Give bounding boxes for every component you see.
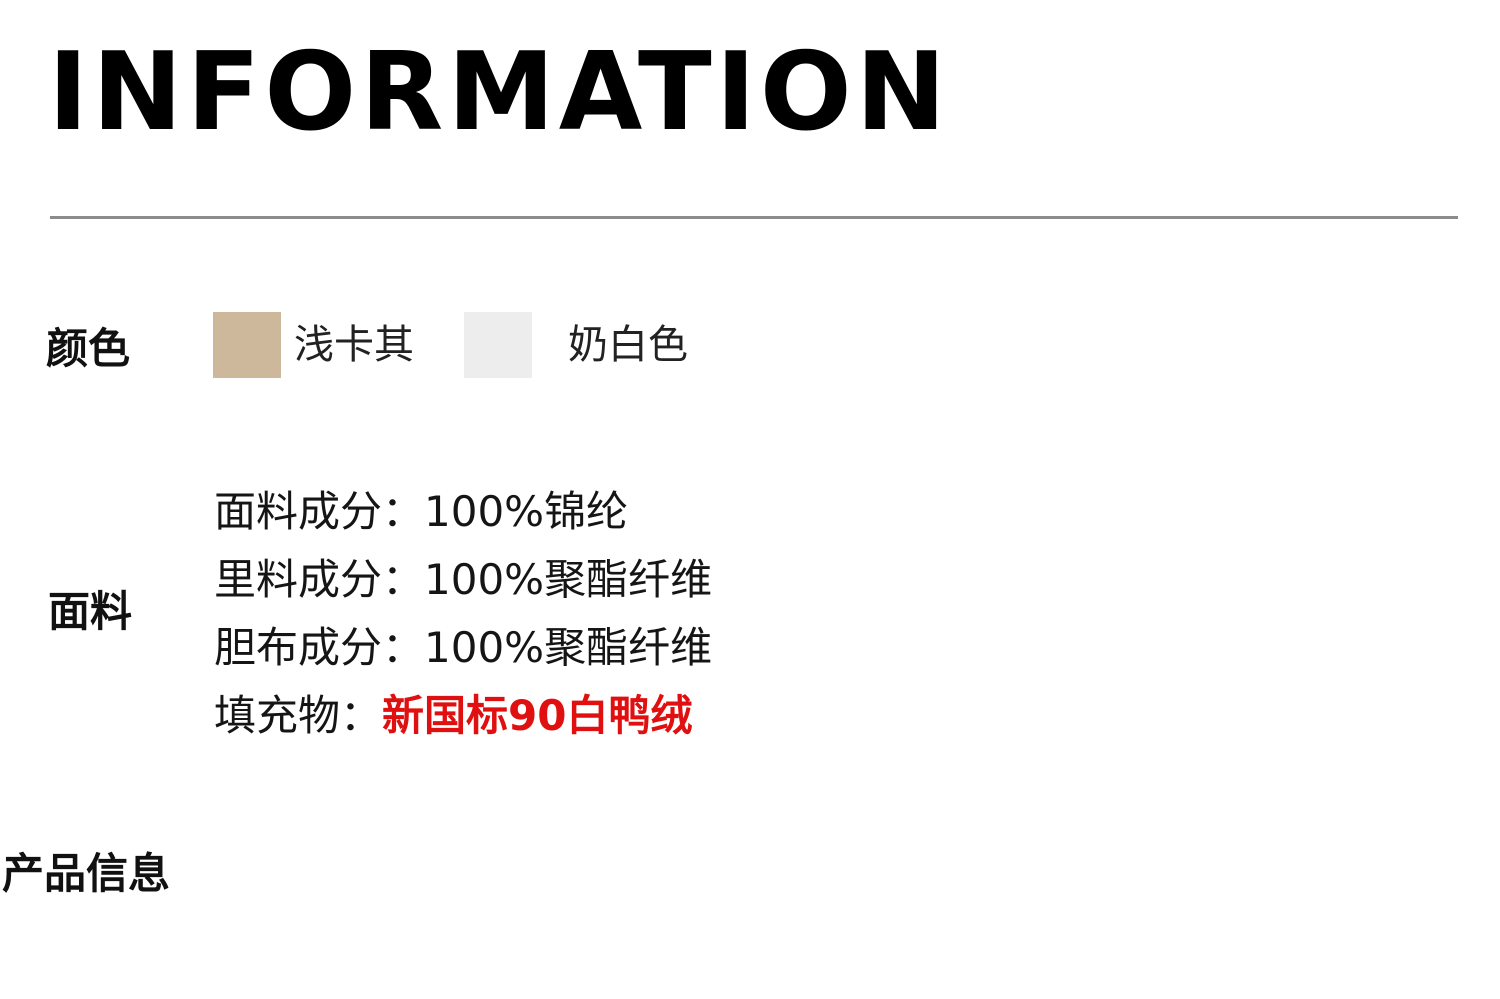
fabric-line-label: 填充物：: [214, 691, 383, 740]
fabric-line-filling: 填充物：新国标90白鸭绒: [214, 682, 712, 750]
filling-highlight-value: 新国标90白鸭绒: [382, 691, 693, 740]
color-label: 颜色: [46, 324, 131, 373]
fabric-label: 面料: [48, 587, 133, 636]
divider: [50, 216, 1458, 219]
color-name-milk-white: 奶白色: [568, 322, 688, 368]
color-name-light-khaki: 浅卡其: [294, 322, 414, 368]
color-swatch-milk-white: [464, 312, 532, 378]
fabric-line-shell: 面料成分：100%锦纶: [214, 478, 712, 546]
fabric-line-inner: 胆布成分：100%聚酯纤维: [214, 614, 712, 682]
fabric-line-label: 面料成分：: [214, 487, 425, 536]
fabric-line-label: 胆布成分：: [214, 623, 425, 672]
color-options: 浅卡其 奶白色: [213, 312, 688, 378]
fabric-line-value: 100%聚酯纤维: [424, 555, 713, 604]
fabric-composition-list: 面料成分：100%锦纶 里料成分：100%聚酯纤维 胆布成分：100%聚酯纤维 …: [214, 478, 712, 750]
page-title: INFORMATION: [48, 30, 951, 155]
color-swatch-light-khaki: [213, 312, 281, 378]
product-info-label: 产品信息: [2, 849, 171, 898]
fabric-line-label: 里料成分：: [214, 555, 425, 604]
fabric-line-lining: 里料成分：100%聚酯纤维: [214, 546, 712, 614]
fabric-line-value: 100%聚酯纤维: [424, 623, 713, 672]
fabric-line-value: 100%锦纶: [424, 487, 629, 536]
